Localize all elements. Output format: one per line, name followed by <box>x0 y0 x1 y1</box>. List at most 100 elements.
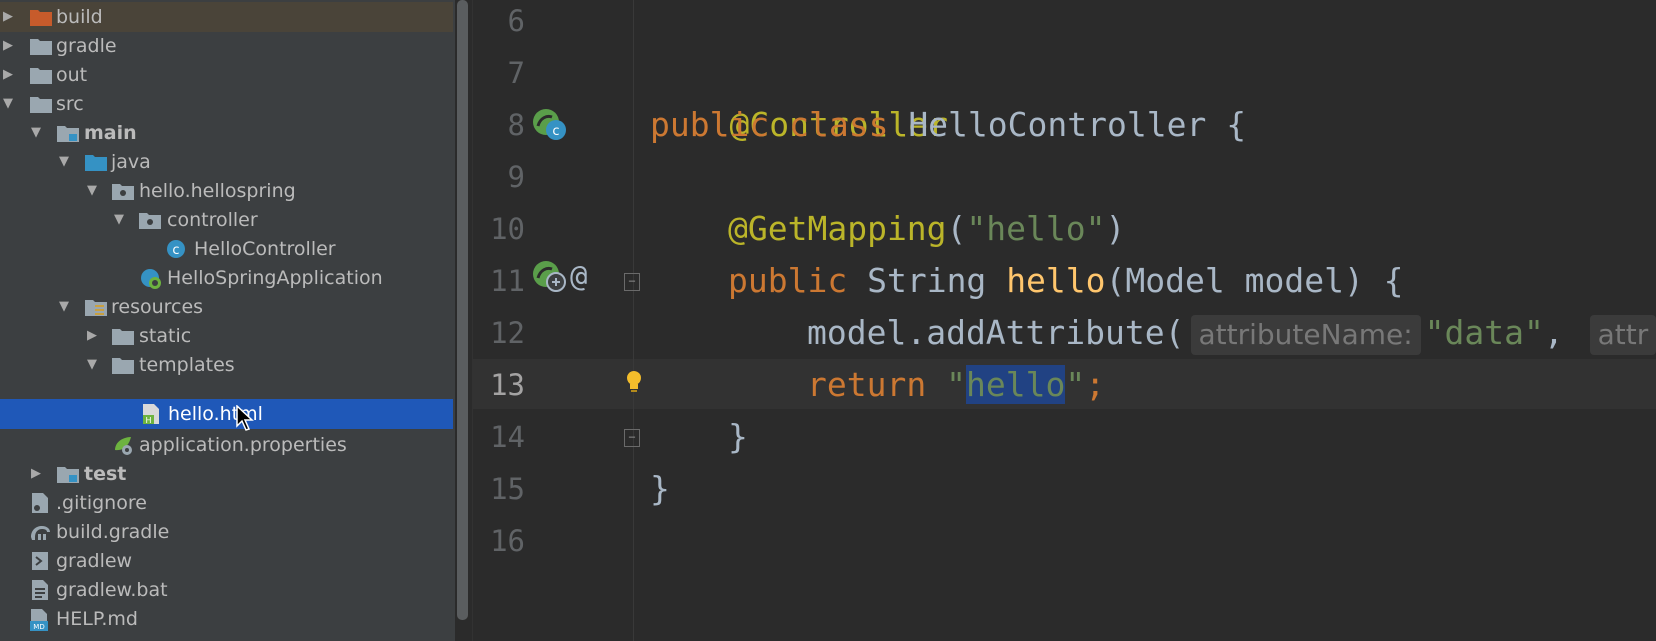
tree-item-application-properties[interactable]: application.properties <box>0 430 453 460</box>
line-number-current: 13 <box>490 368 525 402</box>
svg-text:c: c <box>172 243 179 258</box>
svg-text:c: c <box>552 124 559 139</box>
spring-bean-gutter-icon[interactable]: c <box>532 108 568 142</box>
tree-item-label: templates <box>139 354 235 376</box>
line-number: 15 <box>490 472 525 506</box>
chevron-down-icon[interactable]: ▼ <box>85 176 99 206</box>
gradle-elephant-icon <box>31 526 50 540</box>
tree-item-resources[interactable]: ▼ resources <box>0 292 453 322</box>
line-number: 16 <box>490 524 525 558</box>
code-line-15: } <box>650 463 670 515</box>
tree-item-label: out <box>56 64 88 86</box>
semicolon-token: ; <box>1085 365 1106 404</box>
tree-item-out[interactable]: ▶ out <box>0 60 453 90</box>
svg-text:MD: MD <box>33 623 44 631</box>
at-symbol-gutter-icon[interactable]: @ <box>570 258 587 294</box>
tree-item-static[interactable]: ▶ static <box>0 321 453 351</box>
tree-item-label: gradlew <box>56 550 133 572</box>
tree-item-gradle[interactable]: ▶ gradle <box>0 31 453 61</box>
tree-item-src[interactable]: ▼ src <box>0 89 453 119</box>
selected-text[interactable]: hello <box>965 365 1066 404</box>
paren-token: ) <box>1105 209 1126 248</box>
package-icon <box>139 213 161 229</box>
string-quote-token: " <box>946 365 966 404</box>
tree-item-build[interactable]: ▶ build <box>0 2 453 32</box>
gutter-separator <box>633 0 634 641</box>
chevron-down-icon[interactable]: ▼ <box>85 350 99 380</box>
tree-item-gitignore[interactable]: .gitignore <box>0 488 453 518</box>
method-call-token: model.addAttribute( <box>807 313 1185 352</box>
annotation-token: @GetMapping <box>728 209 947 248</box>
chevron-down-icon[interactable]: ▼ <box>29 118 43 148</box>
line-number: 9 <box>507 160 525 194</box>
tree-item-label: hello.hellospring <box>139 180 296 202</box>
chevron-right-icon[interactable]: ▶ <box>85 321 99 351</box>
tree-item-label: HelloController <box>194 238 336 260</box>
java-class-icon: c <box>167 240 185 258</box>
folder-icon <box>30 10 52 26</box>
tree-item-gradlew-bat[interactable]: gradlew.bat <box>0 575 453 605</box>
tree-item-hello-html[interactable]: H hello.html <box>0 399 453 431</box>
comma-token: , <box>1543 313 1564 352</box>
code-line-11: public String hello(Model model) { <box>728 255 1404 307</box>
lightbulb-icon[interactable] <box>625 370 643 394</box>
markdown-file-icon: MD <box>30 609 48 631</box>
tree-scrollbar[interactable] <box>457 0 468 620</box>
chevron-down-icon[interactable]: ▼ <box>1 89 15 119</box>
tree-item-gradlew[interactable]: gradlew <box>0 546 453 576</box>
chevron-right-icon[interactable]: ▶ <box>29 459 43 489</box>
line-number: 12 <box>490 316 525 350</box>
parameter-name-hint: attributeName: <box>1190 314 1421 355</box>
folder-icon <box>30 68 52 84</box>
chevron-right-icon[interactable]: ▶ <box>1 2 15 32</box>
tree-item-label: src <box>56 93 84 115</box>
tree-item-label: HelloSpringApplication <box>167 267 383 289</box>
fold-end-icon[interactable]: − <box>624 429 640 447</box>
string-token: "data" <box>1424 313 1544 352</box>
tree-item-java[interactable]: ▼ java <box>0 147 453 177</box>
code-editor[interactable]: 6 7 8 9 10 11 12 13 14 15 16 c @ − − @Co… <box>473 0 1656 641</box>
tree-item-controller[interactable]: ▼ controller <box>0 205 453 235</box>
tree-item-label: application.properties <box>139 434 347 456</box>
tree-item-build-gradle[interactable]: build.gradle <box>0 517 453 547</box>
tree-item-main[interactable]: ▼ main <box>0 118 453 148</box>
tree-item-hellospringapplication[interactable]: HelloSpringApplication <box>0 263 453 293</box>
resources-folder-icon <box>85 300 107 316</box>
tree-item-test[interactable]: ▶ test <box>0 459 453 489</box>
keyword-token: class <box>789 105 889 144</box>
tree-item-label: main <box>84 122 137 144</box>
tree-item-hellocontroller[interactable]: c HelloController <box>0 234 453 264</box>
shell-script-icon <box>32 552 48 570</box>
folder-icon <box>30 97 52 113</box>
tree-item-templates[interactable]: ▼ templates <box>0 350 453 380</box>
fold-collapse-icon[interactable]: − <box>624 273 640 291</box>
request-mapping-gutter-icon[interactable] <box>532 260 568 294</box>
tree-item-help-md[interactable]: MD HELP.md <box>0 604 453 634</box>
folder-icon <box>112 329 134 345</box>
chevron-down-icon[interactable]: ▼ <box>57 292 71 322</box>
tree-item-label: .gitignore <box>56 492 147 514</box>
class-name-token: HelloController { <box>908 105 1247 144</box>
text-file-icon <box>32 580 48 600</box>
paren-token: ( <box>946 209 967 248</box>
keyword-token: return <box>807 365 927 404</box>
spring-boot-class-icon <box>141 269 161 289</box>
project-tree-panel: ▶ build ▶ gradle ▶ out ▼ src ▼ main ▼ ja… <box>0 0 455 641</box>
params-token: (Model model) { <box>1105 261 1404 300</box>
brace-token: } <box>728 417 748 456</box>
tree-item-hello-hellospring[interactable]: ▼ hello.hellospring <box>0 176 453 206</box>
code-line-7: @Controller <box>650 47 948 144</box>
tree-item-label: HELP.md <box>56 608 138 630</box>
string-token: "hello" <box>966 209 1106 248</box>
keyword-token: public <box>728 261 848 300</box>
folder-icon <box>112 358 134 374</box>
chevron-right-icon[interactable]: ▶ <box>1 60 15 90</box>
tree-item-label: test <box>84 463 127 485</box>
chevron-down-icon[interactable]: ▼ <box>57 147 71 177</box>
html-file-icon: H <box>143 404 159 425</box>
module-folder-icon <box>57 467 79 483</box>
line-number: 11 <box>490 264 525 298</box>
chevron-right-icon[interactable]: ▶ <box>1 31 15 61</box>
chevron-down-icon[interactable]: ▼ <box>112 205 126 235</box>
module-folder-icon <box>57 126 79 142</box>
